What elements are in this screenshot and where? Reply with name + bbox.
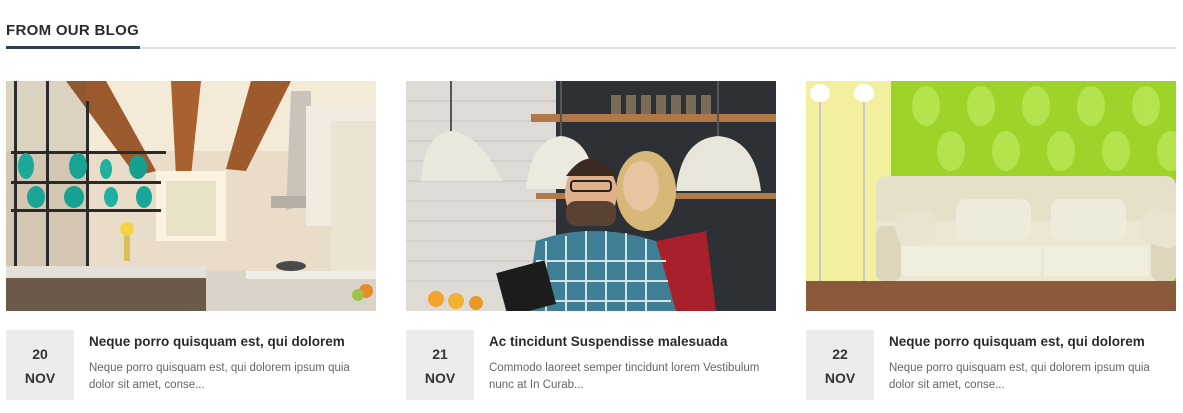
post-image-sofa[interactable]	[806, 81, 1176, 311]
post-title-link[interactable]: Neque porro quisquam est, qui dolorem	[889, 334, 1179, 349]
post-date-month: NOV	[24, 370, 56, 386]
post-date-day: 21	[432, 346, 448, 362]
blog-section-header: FROM OUR BLOG	[6, 0, 1176, 50]
blog-post-card: 20 NOV Neque porro quisquam est, qui dol…	[6, 81, 376, 413]
post-date-day: 20	[32, 346, 48, 362]
post-excerpt: Neque porro quisquam est, qui dolorem ip…	[89, 362, 350, 391]
header-divider	[6, 47, 1176, 49]
post-excerpt: Commodo laoreet semper tincidunt lorem V…	[489, 362, 760, 391]
blog-post-card: 21 NOV Ac tincidunt Suspendisse malesuad…	[406, 81, 776, 413]
post-date-day: 22	[832, 346, 848, 362]
post-excerpt: Neque porro quisquam est, qui dolorem ip…	[889, 362, 1150, 391]
post-date-badge: 20 NOV	[6, 330, 74, 400]
post-date-badge: 21 NOV	[406, 330, 474, 400]
blog-post-card: 22 NOV Neque porro quisquam est, qui dol…	[806, 81, 1176, 413]
post-date-month: NOV	[824, 370, 856, 386]
post-title-link[interactable]: Neque porro quisquam est, qui dolorem	[89, 334, 379, 349]
section-title: FROM OUR BLOG	[6, 22, 140, 39]
post-title-link[interactable]: Ac tincidunt Suspendisse malesuada	[489, 334, 779, 349]
post-date-badge: 22 NOV	[806, 330, 874, 400]
post-image-kitchen[interactable]	[6, 81, 376, 311]
post-image-couple[interactable]	[406, 81, 776, 311]
header-accent-bar	[6, 46, 140, 49]
post-date-month: NOV	[424, 370, 456, 386]
